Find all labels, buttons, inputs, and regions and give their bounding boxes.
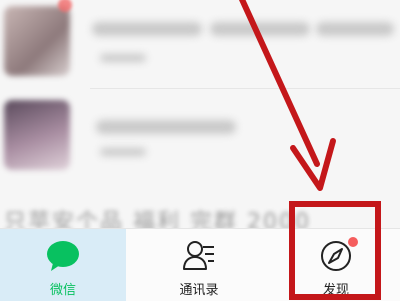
chat-bubble-icon — [47, 241, 79, 271]
tab-contacts[interactable]: 通讯录 — [130, 229, 268, 301]
chat-title-blurred — [92, 22, 202, 36]
chat-row[interactable] — [0, 88, 400, 188]
chat-title-blurred — [316, 22, 394, 36]
avatar — [4, 100, 70, 170]
chat-title-blurred — [96, 120, 236, 134]
chat-preview-blurred — [100, 54, 146, 62]
annotation-highlight-box — [289, 201, 381, 300]
tab-label: 通讯录 — [179, 283, 219, 298]
unread-badge — [58, 0, 72, 12]
chat-list: 只苹安个品 福利 完群 2000 — [0, 0, 400, 235]
chat-title-blurred — [210, 22, 310, 36]
tab-chats[interactable]: 微信 — [0, 229, 126, 301]
chat-preview-blurred — [100, 148, 146, 156]
contacts-list-icon — [183, 241, 214, 270]
chat-row[interactable] — [0, 0, 400, 92]
avatar — [4, 6, 70, 76]
tab-label: 微信 — [49, 283, 76, 298]
